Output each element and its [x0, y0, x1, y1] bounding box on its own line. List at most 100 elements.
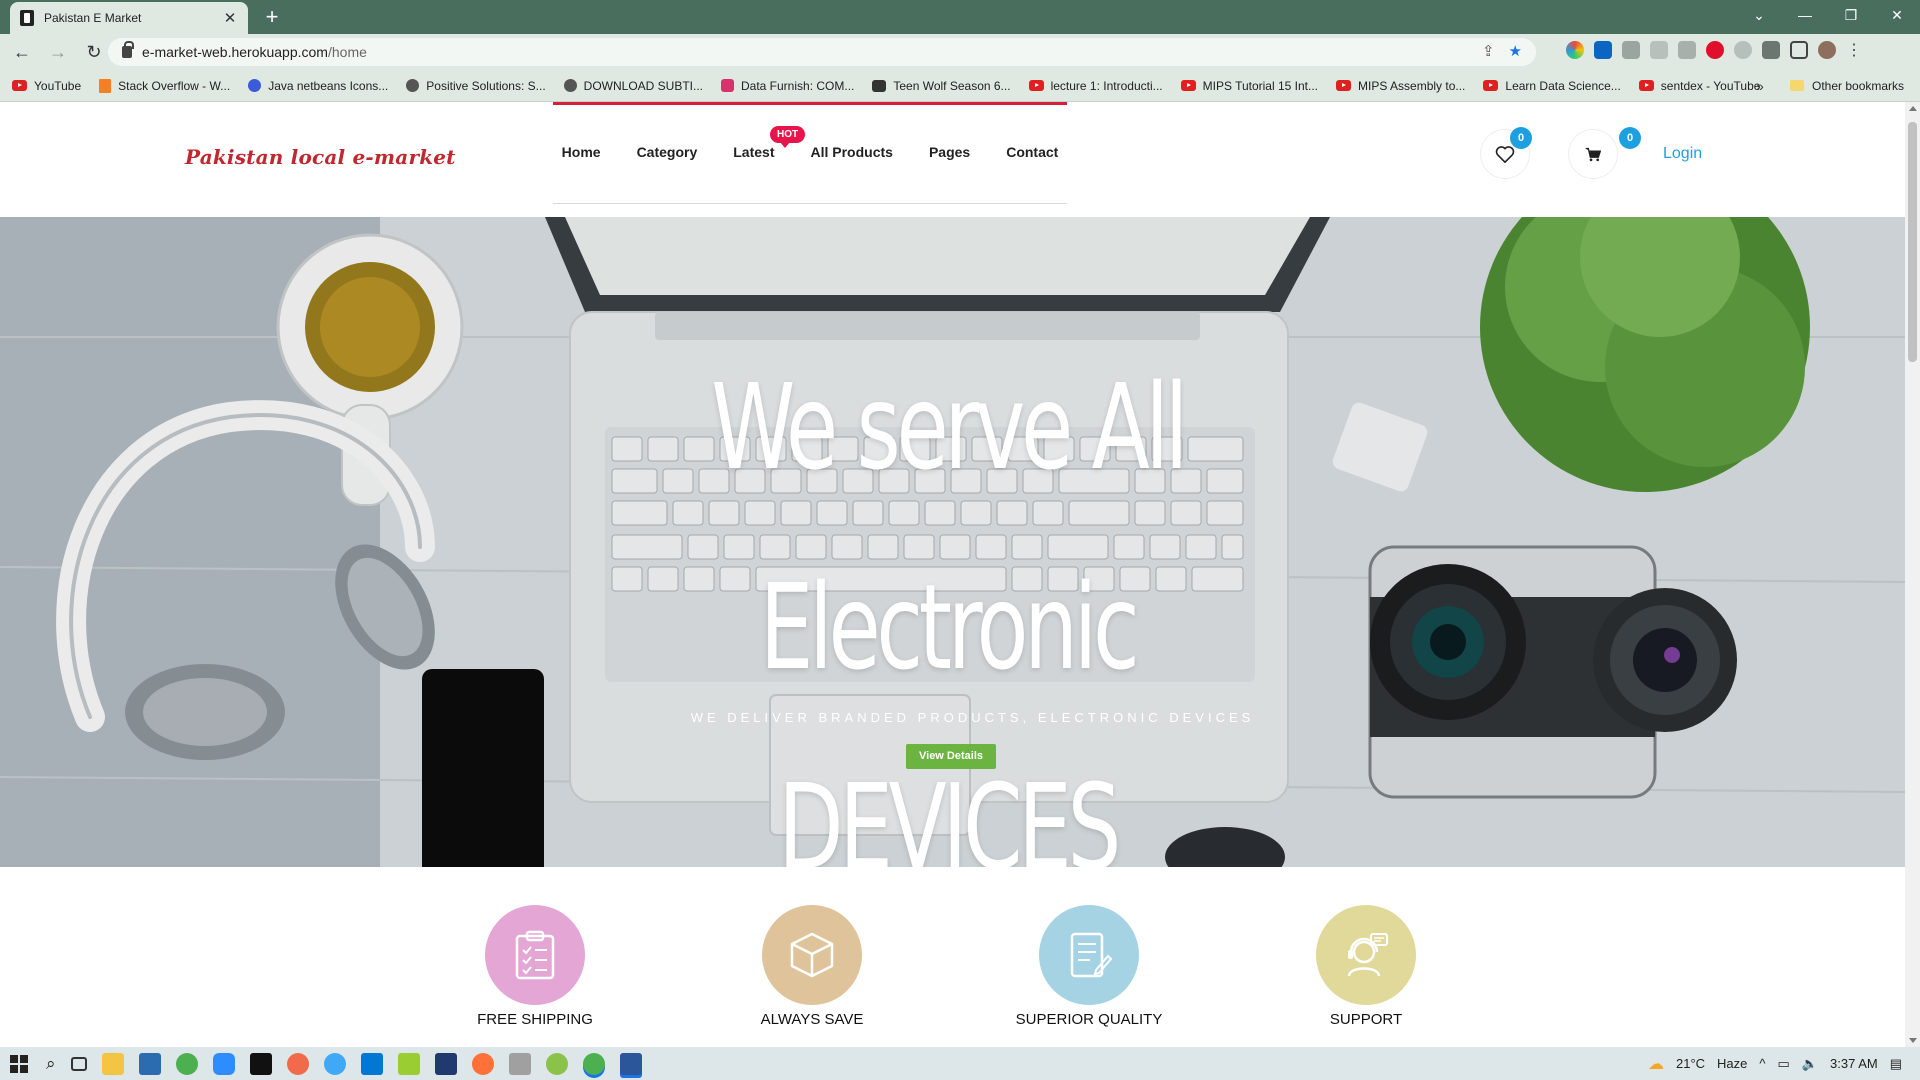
close-tab-icon[interactable]: ✕ [222, 9, 238, 27]
more-bookmarks-chevron-icon[interactable]: » [1756, 78, 1764, 94]
reload-button[interactable]: ↻ [80, 38, 108, 66]
globe-extension-icon[interactable] [1734, 41, 1752, 59]
scrollbar-thumb[interactable] [1908, 122, 1917, 362]
weather-condition[interactable]: Haze [1717, 1056, 1747, 1071]
notification-icon[interactable]: ▤ [1890, 1056, 1902, 1072]
nav-all-products[interactable]: All Products [810, 144, 892, 160]
volume-icon[interactable]: 🔈 [1802, 1056, 1818, 1072]
bookmark-item[interactable]: Positive Solutions: S... [406, 79, 546, 93]
bookmark-item[interactable]: Data Furnish: COM... [721, 79, 854, 93]
hero-subtitle: WE DELIVER BRANDED PRODUCTS, ELECTRONIC … [690, 710, 1255, 725]
address-bar[interactable]: e-market-web.herokuapp.com/home ⇪ ★ [108, 38, 1536, 66]
netbeans-icon[interactable] [434, 1052, 457, 1075]
chrome-active-icon[interactable] [582, 1052, 605, 1075]
bookmark-item[interactable]: Stack Overflow - W... [99, 78, 231, 93]
feature-label: SUPPORT [1329, 1011, 1403, 1028]
app-icon[interactable] [323, 1052, 346, 1075]
cart-button[interactable] [1568, 129, 1618, 179]
chrome-icon[interactable] [175, 1052, 198, 1075]
clipboard-icon [515, 930, 555, 980]
opera-extension-icon[interactable] [1706, 41, 1724, 59]
task-view-icon[interactable] [70, 1056, 87, 1071]
page-scrollbar[interactable] [1905, 102, 1920, 1047]
forward-button[interactable]: → [44, 38, 72, 66]
app-icon[interactable] [508, 1052, 531, 1075]
bookmark-item[interactable]: Teen Wolf Season 6... [872, 79, 1011, 93]
nav-home[interactable]: Home [562, 144, 601, 160]
bookmark-label: YouTube [34, 78, 82, 93]
feature-circle [1039, 905, 1139, 1005]
login-link[interactable]: Login [1663, 145, 1702, 163]
back-button[interactable]: ← [8, 38, 36, 66]
site-logo[interactable]: Pakistan local e-market [185, 145, 456, 169]
tray-chevron-icon[interactable]: ^ [1759, 1056, 1765, 1071]
clock-time[interactable]: 3:37 AM [1830, 1056, 1878, 1071]
profile-avatar[interactable] [1818, 41, 1836, 59]
browser-tab[interactable]: Pakistan E Market ✕ [10, 2, 248, 34]
new-tab-button[interactable]: + [258, 3, 286, 31]
weather-icon[interactable]: ☁ [1648, 1054, 1664, 1074]
menu-kebab-icon[interactable]: ⋮ [1846, 40, 1862, 60]
weather-temperature[interactable]: 21°C [1676, 1056, 1705, 1071]
feature-circle [762, 905, 862, 1005]
puzzle-icon[interactable] [1762, 41, 1780, 59]
nav-contact[interactable]: Contact [1006, 144, 1058, 160]
extension-icon[interactable] [1650, 41, 1668, 59]
tab-search-icon[interactable]: ⌄ [1736, 0, 1782, 30]
bookmark-item[interactable]: lecture 1: Introducti... [1028, 79, 1163, 93]
bookmark-item[interactable]: DOWNLOAD SUBTI... [563, 79, 703, 93]
windows-taskbar: ⌕ ☁ 21°C Haze ^ ▭ 🔈 3:37 AM ▤ [0, 1047, 1920, 1080]
zoom-icon[interactable] [212, 1052, 235, 1075]
folder-icon [1790, 80, 1804, 91]
bookmark-label: MIPS Assembly to... [1358, 78, 1466, 93]
word-icon[interactable] [619, 1052, 642, 1075]
scroll-up-icon[interactable] [1909, 106, 1917, 111]
app-icon[interactable] [286, 1052, 309, 1075]
share-icon[interactable]: ⇪ [1482, 42, 1495, 60]
firefox-icon[interactable] [471, 1052, 494, 1075]
other-bookmarks[interactable]: Other bookmarks [1790, 70, 1904, 101]
bookmark-label: sentdex - YouTube [1660, 78, 1761, 93]
bookmark-item[interactable]: Java netbeans Icons... [248, 79, 388, 93]
bookmark-star-icon[interactable]: ★ [1509, 42, 1522, 60]
url-host: e-market-web.herokuapp.com [142, 44, 328, 60]
restore-button[interactable]: ❐ [1828, 0, 1874, 30]
store-icon[interactable] [138, 1052, 161, 1075]
view-details-button[interactable]: View Details [906, 744, 996, 769]
feature-circle [1316, 905, 1416, 1005]
bookmark-item[interactable]: YouTube [12, 79, 81, 93]
network-icon[interactable]: ▭ [1778, 1056, 1790, 1072]
app-icon[interactable] [545, 1052, 568, 1075]
vscode-icon[interactable] [360, 1052, 383, 1075]
pycharm-icon[interactable] [249, 1052, 272, 1075]
windows-start-icon[interactable] [10, 1054, 28, 1073]
extension-icon[interactable] [1622, 41, 1640, 59]
bookmark-item[interactable]: MIPS Tutorial 15 Int... [1180, 78, 1319, 93]
browser-window: Pakistan E Market ✕ + ⌄ — ❐ ✕ ← → ↻ e-ma… [0, 0, 1920, 1080]
color-picker-extension-icon[interactable] [1566, 41, 1584, 59]
star-badge-icon [248, 79, 262, 92]
bookmark-item[interactable]: Learn Data Science... [1483, 79, 1621, 93]
search-icon[interactable]: ⌕ [46, 1054, 56, 1074]
nav-latest[interactable]: Latest [733, 144, 774, 160]
nav-pages[interactable]: Pages [929, 144, 970, 160]
feature-label: FREE SHIPPING [477, 1011, 593, 1028]
file-explorer-icon[interactable] [101, 1052, 124, 1075]
bookmark-item[interactable]: sentdex - YouTube [1638, 78, 1761, 93]
bookmark-label: MIPS Tutorial 15 Int... [1202, 78, 1319, 93]
bookmark-item[interactable]: MIPS Assembly to... [1336, 79, 1465, 93]
browser-toolbar: ← → ↻ e-market-web.herokuapp.com/home ⇪ … [0, 34, 1920, 70]
tv-icon [872, 79, 887, 92]
scroll-down-icon[interactable] [1909, 1038, 1917, 1043]
main-nav: Home Category Latest All Products Pages … [553, 144, 1067, 160]
extensions-area: ⋮ [1566, 40, 1862, 60]
minimize-button[interactable]: — [1782, 0, 1828, 30]
nav-category[interactable]: Category [637, 144, 698, 160]
extension-icon[interactable] [1678, 41, 1696, 59]
close-window-button[interactable]: ✕ [1874, 0, 1920, 30]
linkedin-extension-icon[interactable] [1594, 41, 1612, 59]
lock-icon[interactable] [122, 41, 134, 58]
notepad-icon[interactable] [397, 1052, 420, 1075]
bookmark-label: Stack Overflow - W... [118, 78, 231, 93]
side-panel-icon[interactable] [1790, 41, 1808, 59]
